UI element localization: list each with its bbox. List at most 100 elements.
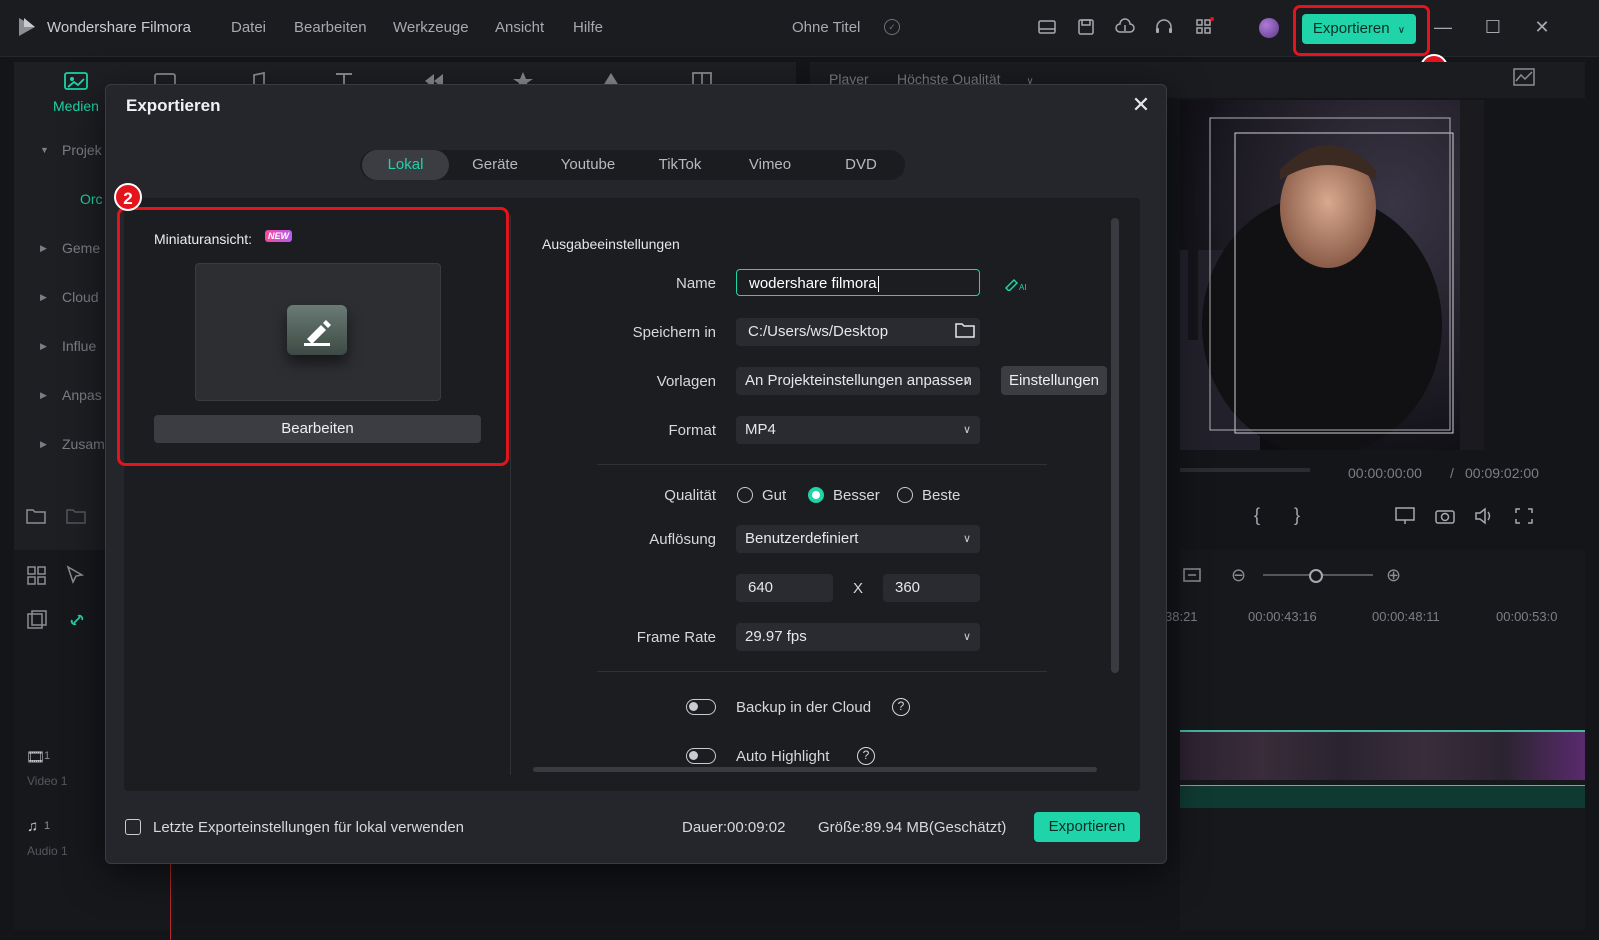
new-folder-icon[interactable]	[25, 507, 47, 525]
tree-item-influencer[interactable]: Influe	[62, 338, 96, 354]
quality-radio-gut[interactable]	[737, 487, 753, 503]
user-avatar[interactable]	[1259, 18, 1279, 38]
backup-cloud-toggle[interactable]	[686, 699, 716, 715]
zoom-slider-handle[interactable]	[1309, 569, 1323, 583]
video-preview[interactable]	[1180, 100, 1484, 450]
multi-select-icon[interactable]	[26, 565, 48, 585]
tab-geraete[interactable]: Geräte	[451, 150, 539, 180]
divider	[510, 215, 511, 775]
mark-out-icon[interactable]: }	[1294, 505, 1300, 526]
help-icon[interactable]: ?	[857, 747, 875, 765]
ruler-label: 00:00:48:11	[1372, 609, 1440, 624]
minimize-icon[interactable]: —	[1428, 14, 1458, 40]
quality-radio-beste[interactable]	[897, 487, 913, 503]
auto-highlight-label: Auto Highlight	[736, 748, 830, 765]
help-icon[interactable]: ?	[892, 698, 910, 716]
tree-item-cloud[interactable]: Cloud	[62, 289, 99, 305]
width-value: 640	[748, 579, 774, 596]
preview-progress-track[interactable]	[1180, 468, 1310, 472]
menu-ansicht[interactable]: Ansicht	[495, 19, 544, 36]
tab-vimeo[interactable]: Vimeo	[727, 150, 813, 180]
tree-item-compound[interactable]: Zusam	[62, 436, 105, 452]
quality-label: Qualität	[664, 487, 716, 504]
save-location-input[interactable]: C:/Users/ws/Desktop	[736, 318, 980, 346]
quality-option-beste[interactable]: Beste	[922, 487, 960, 504]
scopes-icon[interactable]	[1512, 67, 1536, 87]
cursor-select-icon[interactable]	[65, 565, 87, 585]
framerate-select[interactable]: 29.97 fps ∨	[736, 623, 980, 651]
horizontal-scrollbar[interactable]	[533, 767, 1097, 772]
quality-option-gut[interactable]: Gut	[762, 487, 786, 504]
caret-right-icon: ▶	[40, 341, 47, 351]
menu-datei[interactable]: Datei	[231, 19, 266, 36]
remember-settings-checkbox[interactable]	[125, 819, 141, 835]
media-tab-icon[interactable]	[63, 70, 89, 92]
ruler-label: 38:21	[1165, 609, 1198, 624]
save-icon[interactable]	[1075, 16, 1097, 38]
media-tab-label[interactable]: Medien	[53, 98, 99, 114]
caret-down-icon: ▼	[40, 145, 49, 155]
menu-bearbeiten[interactable]: Bearbeiten	[294, 19, 367, 36]
zoom-out-icon[interactable]: ⊖	[1231, 565, 1246, 586]
menu-hilfe[interactable]: Hilfe	[573, 19, 603, 36]
template-value: An Projekteinstellungen anpassen	[745, 372, 972, 389]
zoom-in-icon[interactable]: ⊕	[1386, 565, 1401, 586]
tab-tiktok[interactable]: TikTok	[637, 150, 723, 180]
layout-icon[interactable]	[1036, 16, 1058, 38]
mark-in-icon[interactable]: {	[1254, 505, 1260, 526]
project-title: Ohne Titel	[792, 19, 861, 36]
height-input[interactable]: 360	[883, 574, 980, 602]
audio-track-label: Audio 1	[27, 844, 68, 858]
highlight-box-export	[1293, 5, 1430, 56]
dialog-title: Exportieren	[126, 96, 221, 115]
menu-werkzeuge[interactable]: Werkzeuge	[393, 19, 469, 36]
fit-timeline-icon[interactable]	[1182, 566, 1202, 584]
timecode-total: 00:09:02:00	[1465, 465, 1539, 481]
caret-right-icon: ▶	[40, 292, 47, 302]
volume-icon[interactable]	[1473, 506, 1495, 526]
window-close-icon[interactable]: ✕	[1527, 14, 1557, 40]
remember-settings-label[interactable]: Letzte Exporteinstellungen für lokal ver…	[153, 819, 464, 836]
video-track-count: 1	[44, 750, 51, 762]
template-select[interactable]: An Projekteinstellungen anpassen ∨	[736, 367, 980, 395]
audio-track-count: 1	[44, 820, 51, 832]
resolution-select[interactable]: Benutzerdefiniert ∨	[736, 525, 980, 553]
ai-rename-icon[interactable]: AI	[1004, 275, 1028, 291]
folder-open-icon[interactable]	[955, 322, 975, 338]
display-icon[interactable]	[1394, 506, 1416, 526]
name-input[interactable]: wodershare filmora	[736, 269, 980, 296]
quality-radio-besser[interactable]	[808, 487, 824, 503]
ruler-label: 00:00:53:0	[1496, 609, 1558, 624]
tree-item-adjust[interactable]: Anpas	[62, 387, 102, 403]
tab-dvd[interactable]: DVD	[818, 150, 904, 180]
timecode-current: 00:00:00:00	[1348, 465, 1422, 481]
apps-grid-icon[interactable]	[1193, 16, 1215, 38]
fullscreen-icon[interactable]	[1513, 506, 1535, 526]
audio-clip[interactable]	[1180, 785, 1585, 808]
format-select[interactable]: MP4 ∨	[736, 416, 980, 444]
close-icon[interactable]: ✕	[1129, 93, 1153, 117]
headset-icon[interactable]	[1153, 16, 1175, 38]
vertical-scrollbar[interactable]	[1111, 218, 1119, 673]
auto-highlight-toggle[interactable]	[686, 748, 716, 764]
svg-text:AI: AI	[1019, 283, 1027, 291]
playhead[interactable]	[170, 860, 171, 940]
name-label: Name	[675, 275, 716, 292]
folder-icon[interactable]	[65, 507, 87, 525]
tab-youtube[interactable]: Youtube	[542, 150, 634, 180]
tab-lokal[interactable]: Lokal	[362, 150, 449, 180]
tree-item-shared[interactable]: Geme	[62, 240, 100, 256]
quality-option-besser[interactable]: Besser	[833, 487, 880, 504]
width-input[interactable]: 640	[736, 574, 833, 602]
cloud-upload-icon[interactable]	[1114, 16, 1136, 38]
video-clip[interactable]	[1180, 730, 1585, 780]
tree-item-project[interactable]: Projek	[62, 142, 102, 158]
tree-item-order[interactable]: Orc	[80, 191, 103, 207]
export-button[interactable]: Exportieren	[1034, 812, 1140, 842]
link-icon[interactable]	[66, 610, 88, 630]
settings-button[interactable]: Einstellungen	[1001, 366, 1107, 395]
maximize-icon[interactable]: ☐	[1478, 14, 1508, 40]
output-settings-title: Ausgabeeinstellungen	[542, 236, 680, 252]
add-track-icon[interactable]	[26, 610, 48, 630]
snapshot-camera-icon[interactable]	[1434, 506, 1456, 526]
